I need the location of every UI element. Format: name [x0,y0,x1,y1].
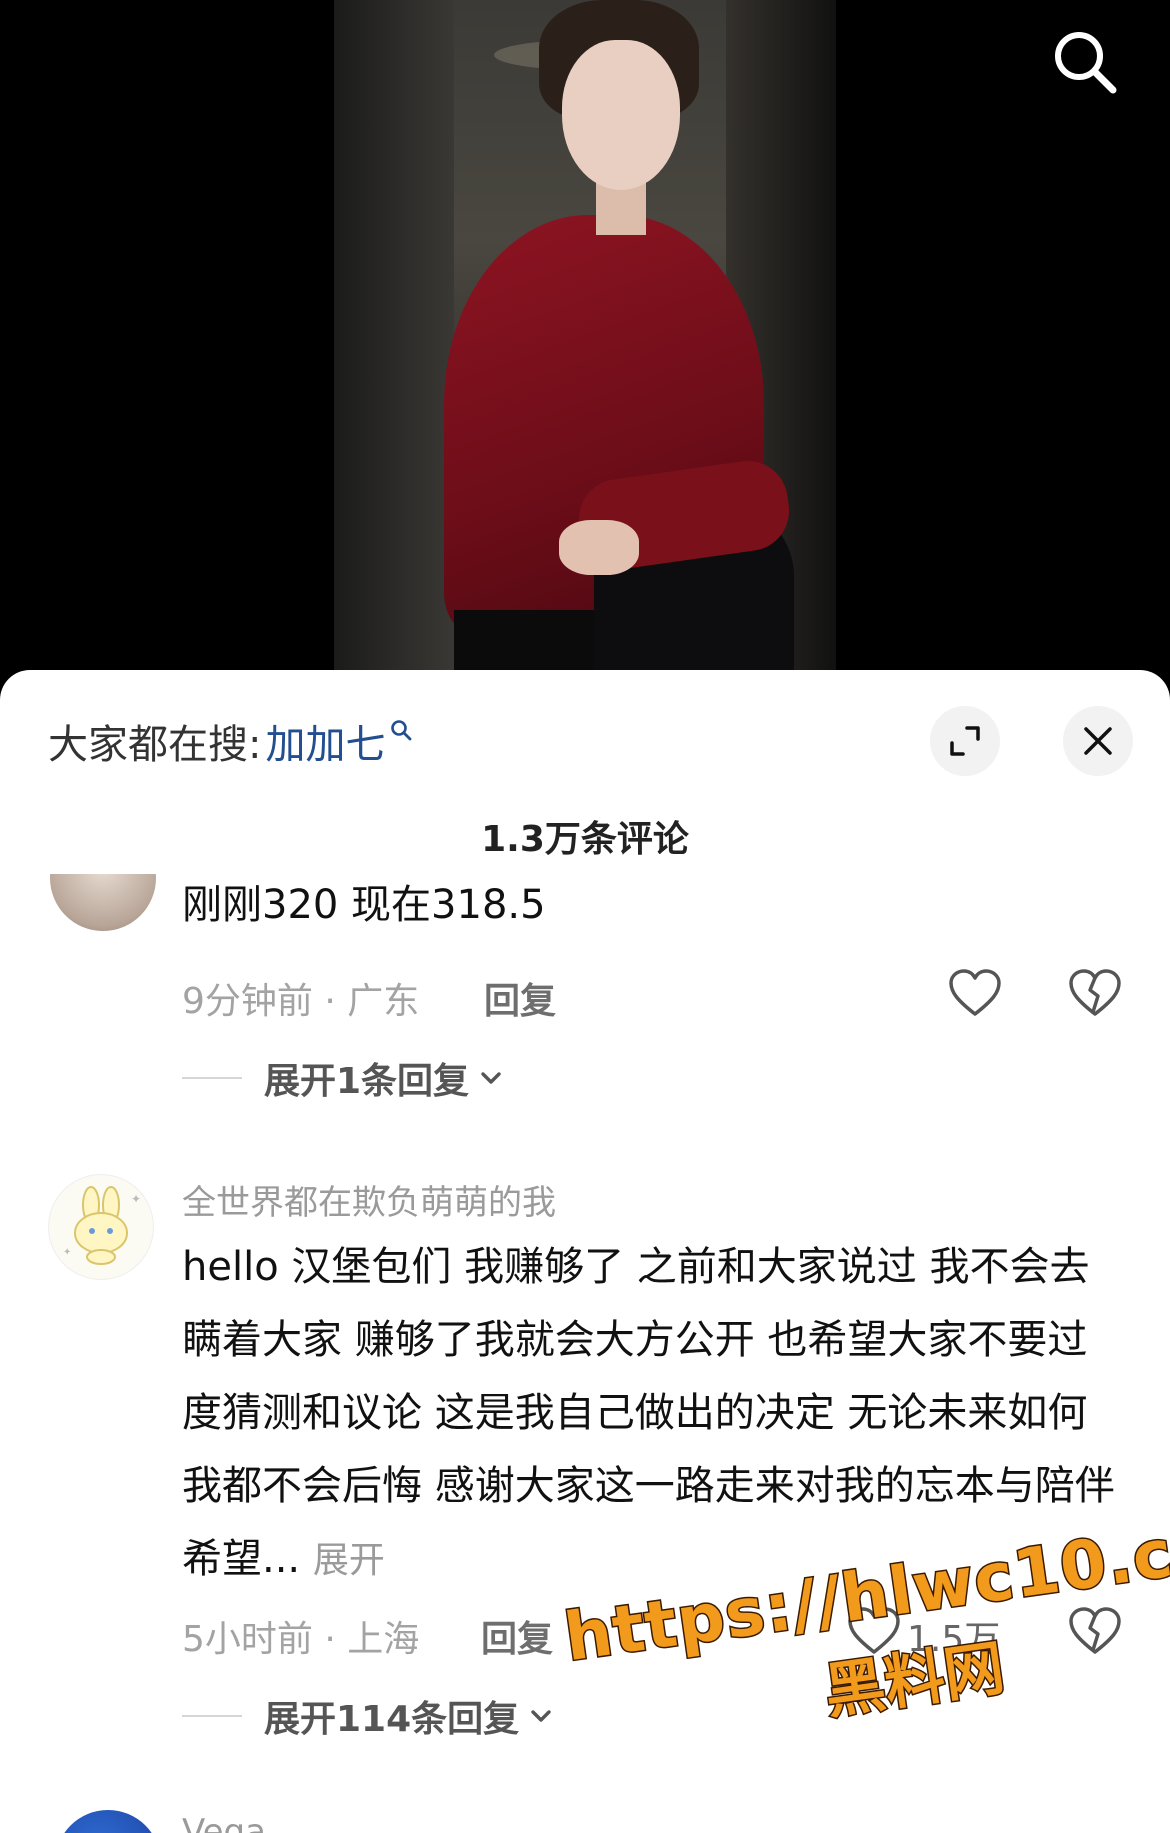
trending-label: 大家都在搜: [48,722,262,768]
like-icon[interactable] [947,968,1003,1018]
dislike-icon[interactable] [1067,968,1123,1018]
avatar[interactable] [55,1810,161,1833]
expand-button[interactable] [930,706,1000,776]
comment-username[interactable]: Vega [182,1812,266,1833]
video-player[interactable] [0,0,1170,690]
expand-icon [950,726,980,756]
comment-time-location: 5小时前 · 上海 [182,1619,420,1660]
search-button[interactable] [1045,22,1125,102]
video-corridor-left [334,0,454,690]
comment-body: hello 汉堡包们 我赚够了 之前和大家说过 我不会去瞒着大家 赚够了我就会大… [182,1244,1115,1582]
reply-button[interactable]: 回复 [484,972,556,1024]
expand-replies-button[interactable]: 展开114条回复 [182,1690,553,1742]
trending-search-bar[interactable]: 大家都在搜: 加加七 [48,716,413,768]
expand-replies-button[interactable]: 展开1条回复 [182,1052,503,1104]
chevron-down-icon [531,1710,551,1722]
svg-text:✦: ✦ [131,1192,141,1206]
expand-replies-label: 展开1条回复 [264,1061,470,1102]
video-frame [334,0,836,690]
close-button[interactable] [1063,706,1133,776]
reply-button[interactable]: 回复 [481,1610,553,1662]
trending-keyword-link[interactable]: 加加七 [265,712,385,770]
avatar[interactable]: ✦ ✦ [48,1174,154,1280]
video-person-hand [559,520,639,575]
search-icon [1055,32,1117,94]
expand-replies-label: 展开114条回复 [264,1699,520,1740]
comment-username[interactable]: 全世界都在欺负萌萌的我 [182,1175,556,1224]
divider-line [182,1077,242,1079]
search-small-icon [391,720,412,741]
chevron-down-icon [481,1072,501,1084]
comment-time-location: 9分钟前 · 广东 [182,981,420,1022]
comments-count-title: 1.3万条评论 [481,819,689,860]
divider-line [182,1715,242,1717]
comment-text: 刚刚320 现在318.5 [182,882,546,928]
bunny-avatar-icon: ✦ ✦ [63,1186,141,1265]
close-icon [1084,727,1112,755]
video-person-face [562,40,680,190]
svg-text:✦: ✦ [63,1247,71,1258]
expand-comment-link[interactable]: 展开 [313,1540,385,1581]
